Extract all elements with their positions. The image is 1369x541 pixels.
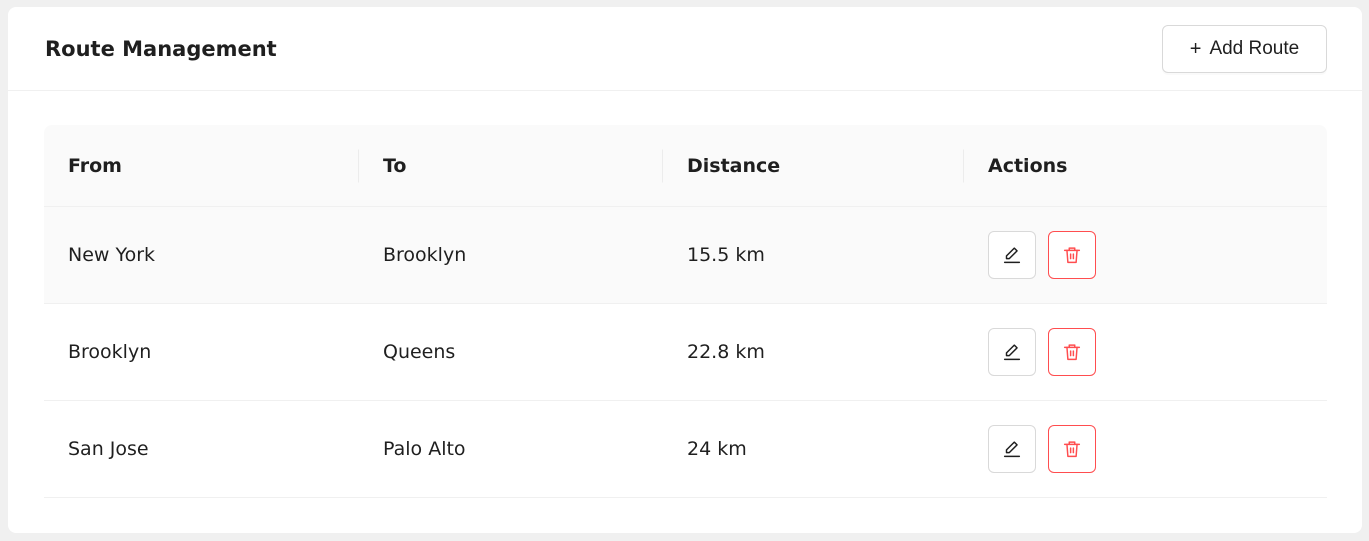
edit-button[interactable]	[988, 231, 1036, 279]
cell-from: San Jose	[68, 438, 149, 460]
table-row: San Jose Palo Alto 24 km	[44, 401, 1327, 498]
trash-icon	[1063, 441, 1081, 458]
add-route-button[interactable]: + Add Route	[1162, 24, 1327, 73]
table-row: New York Brooklyn 15.5 km	[44, 207, 1327, 304]
trash-icon	[1063, 247, 1081, 264]
routes-table: From To Distance Actions New York Brookl…	[44, 125, 1327, 498]
plus-icon: +	[1189, 37, 1202, 60]
cell-distance: 24 km	[687, 438, 747, 460]
cell-from: Brooklyn	[68, 341, 152, 363]
edit-icon	[1003, 441, 1021, 458]
delete-button[interactable]	[1048, 425, 1096, 473]
row-actions	[988, 231, 1096, 279]
delete-button[interactable]	[1048, 231, 1096, 279]
card-header: Route Management + Add Route	[8, 7, 1362, 91]
table-row: Brooklyn Queens 22.8 km	[44, 304, 1327, 401]
cell-actions	[964, 304, 1327, 400]
delete-button[interactable]	[1048, 328, 1096, 376]
column-header-actions: Actions	[988, 154, 1068, 177]
cell-to: Brooklyn	[383, 244, 467, 266]
cell-to: Palo Alto	[383, 438, 466, 460]
cell-distance: 15.5 km	[687, 244, 765, 266]
column-header-distance: Distance	[663, 125, 964, 206]
add-route-label: Add Route	[1209, 37, 1300, 59]
table-header: From To Distance Actions	[44, 125, 1327, 207]
column-header-to: To	[359, 125, 663, 206]
cell-to: Queens	[383, 341, 456, 363]
cell-actions	[964, 207, 1327, 303]
edit-button[interactable]	[988, 328, 1036, 376]
cell-distance: 22.8 km	[687, 341, 765, 363]
row-actions	[988, 425, 1096, 473]
page-title: Route Management	[45, 36, 277, 61]
edit-button[interactable]	[988, 425, 1036, 473]
cell-actions	[964, 401, 1327, 497]
edit-icon	[1003, 344, 1021, 361]
route-management-card: Route Management + Add Route From To Dis…	[8, 7, 1362, 533]
row-actions	[988, 328, 1096, 376]
cell-from: New York	[68, 244, 156, 266]
column-header-from: From	[44, 125, 359, 206]
trash-icon	[1063, 344, 1081, 361]
edit-icon	[1003, 247, 1021, 264]
